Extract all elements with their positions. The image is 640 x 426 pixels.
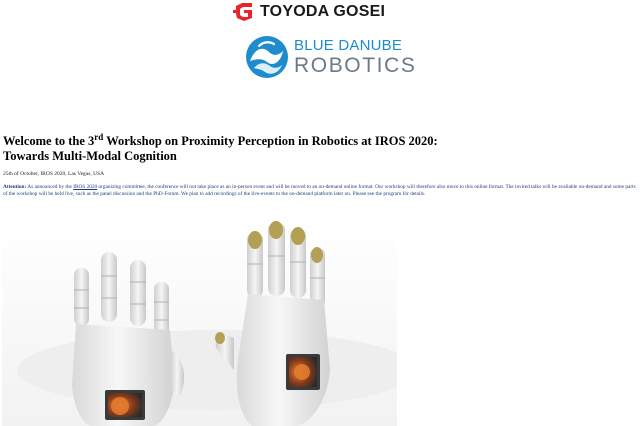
toyoda-gosei-wordmark: TOYODA GOSEI <box>260 3 386 20</box>
robot-hands-illustration <box>2 220 397 426</box>
notice-text-before-link: As announced by the <box>26 184 74 190</box>
iros-2020-link[interactable]: IROS 2020 <box>73 184 97 190</box>
title-line1-prefix: Welcome to the 3 <box>3 134 95 148</box>
title-superscript: rd <box>94 132 104 142</box>
attention-label: Attention: <box>3 184 27 190</box>
title-line2: Towards Multi-Modal Cognition <box>3 149 177 163</box>
blue-danube-line1: BLUE DANUBE <box>294 37 403 54</box>
title-line1-suffix: Workshop on Proximity Perception in Robo… <box>103 134 438 148</box>
page-title: Welcome to the 3rd Workshop on Proximity… <box>3 132 637 164</box>
blue-danube-mark-icon <box>246 36 288 78</box>
toyoda-gosei-logo: TOYODA GOSEI <box>233 2 408 22</box>
robot-hands-image <box>2 220 397 426</box>
attention-notice: Attention: As announced by the IROS 2020… <box>3 184 637 198</box>
blue-danube-robotics-logo: BLUE DANUBE ROBOTICS <box>245 32 415 82</box>
event-date: 25th of October, IROS 2020, Las Vegas, U… <box>3 171 105 177</box>
blue-danube-line2: ROBOTICS <box>294 54 417 77</box>
notice-text-after-link: organizing committee, the conference wil… <box>3 184 636 198</box>
toyoda-gosei-mark-icon <box>233 3 252 21</box>
